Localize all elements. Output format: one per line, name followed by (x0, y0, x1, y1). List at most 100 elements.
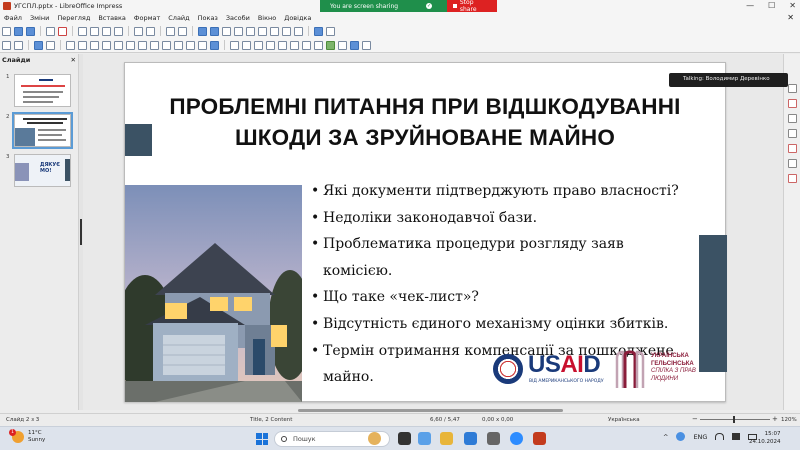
open-icon[interactable] (14, 26, 23, 36)
task-view-icon[interactable] (398, 432, 411, 445)
new-document-icon[interactable] (2, 26, 11, 36)
stop-share-button[interactable]: Stop share (447, 0, 497, 13)
distribute-icon[interactable] (266, 40, 275, 50)
new-slide-icon[interactable] (326, 26, 335, 36)
redo-icon[interactable] (146, 26, 155, 36)
menu-view[interactable]: Перегляд (57, 14, 90, 22)
store-icon[interactable] (464, 432, 477, 445)
toggle-extrusion-icon[interactable] (338, 40, 347, 50)
close-document-button[interactable]: ✕ (787, 13, 794, 22)
start-button[interactable] (256, 433, 268, 445)
navigator-icon[interactable] (788, 174, 797, 183)
filter-icon[interactable] (302, 40, 311, 50)
points-icon[interactable] (314, 40, 323, 50)
align-icon[interactable] (242, 40, 251, 50)
textbox-icon[interactable] (270, 26, 279, 36)
connector-icon[interactable] (126, 40, 135, 50)
line-color-icon[interactable] (34, 40, 43, 50)
select-icon[interactable] (2, 40, 11, 50)
basic-shapes-icon[interactable] (138, 40, 147, 50)
taskbar-clock[interactable]: 15:07 24.10.2024 (749, 430, 781, 446)
slide-thumbnail-1[interactable]: 1 (6, 74, 71, 107)
3d-objects-icon[interactable] (210, 40, 219, 50)
news-widget-icon[interactable] (368, 432, 381, 445)
tray-overflow-chevron[interactable]: ^ (663, 433, 668, 441)
weather-widget[interactable]: 1 11°C Sunny (9, 429, 45, 444)
slide-title[interactable]: ПРОБЛЕМНІ ПИТАННЯ ПРИ ВІДШКОДУВАННІ ШКОД… (155, 91, 695, 153)
block-arrows-icon[interactable] (162, 40, 171, 50)
fill-color-icon[interactable] (46, 40, 55, 50)
start-slideshow-icon[interactable] (314, 26, 323, 36)
app-icon[interactable] (487, 432, 500, 445)
helplines-icon[interactable] (210, 26, 219, 36)
menu-help[interactable]: Довідка (284, 14, 311, 22)
menu-edit[interactable]: Зміни (30, 14, 49, 22)
special-character-icon[interactable] (282, 26, 291, 36)
menu-insert[interactable]: Вставка (98, 14, 126, 22)
paste-icon[interactable] (102, 26, 111, 36)
zoom-level[interactable]: 120% (781, 417, 797, 423)
print-icon[interactable] (46, 26, 55, 36)
export-pdf-icon[interactable] (58, 26, 67, 36)
ellipse-icon[interactable] (90, 40, 99, 50)
zoom-in-button[interactable]: + (772, 415, 778, 423)
table-icon[interactable] (222, 26, 231, 36)
display-grid-icon[interactable] (198, 26, 207, 36)
animation-icon[interactable] (788, 114, 797, 123)
interaction-icon[interactable] (350, 40, 359, 50)
undo-icon[interactable] (134, 26, 143, 36)
slide-thumbnail-3[interactable]: 3 ДЯКУЄ МО! (6, 154, 71, 187)
menu-tools[interactable]: Засоби (226, 14, 250, 22)
line-icon[interactable] (66, 40, 75, 50)
symbol-shapes-icon[interactable] (150, 40, 159, 50)
crop-icon[interactable] (290, 40, 299, 50)
fontwork-icon[interactable] (294, 26, 303, 36)
zoom-out-button[interactable]: − (692, 415, 698, 423)
volume-icon[interactable] (732, 433, 741, 440)
save-icon[interactable] (26, 26, 35, 36)
cloud-icon[interactable] (676, 432, 686, 441)
maximize-button[interactable]: ☐ (768, 1, 775, 10)
libreoffice-impress-icon[interactable] (533, 432, 546, 445)
menu-slide[interactable]: Слайд (168, 14, 189, 22)
wifi-icon[interactable] (715, 433, 725, 440)
language-indicator[interactable]: ENG (693, 433, 707, 441)
spelling-icon[interactable] (178, 26, 187, 36)
cut-icon[interactable] (78, 26, 87, 36)
slide-transition-icon[interactable] (788, 99, 797, 108)
glue-points-icon[interactable] (326, 40, 335, 50)
minimize-button[interactable]: — (746, 1, 754, 10)
zoom-slider-knob[interactable] (733, 416, 735, 423)
close-slides-pane-button[interactable]: ✕ (71, 56, 76, 64)
zoom-pan-icon[interactable] (14, 40, 23, 50)
curve-icon[interactable] (114, 40, 123, 50)
clone-formatting-icon[interactable] (114, 26, 123, 36)
line-arrow-icon[interactable] (102, 40, 111, 50)
slide-thumbnail-2[interactable]: 2 (6, 112, 73, 149)
gallery-icon[interactable] (788, 159, 797, 168)
stars-icon[interactable] (198, 40, 207, 50)
chart-icon[interactable] (258, 26, 267, 36)
close-window-button[interactable]: ✕ (789, 1, 796, 10)
find-replace-icon[interactable] (166, 26, 175, 36)
menu-format[interactable]: Формат (134, 14, 160, 22)
copy-icon[interactable] (90, 26, 99, 36)
properties-icon[interactable] (788, 84, 797, 93)
rotate-icon[interactable] (230, 40, 239, 50)
media-icon[interactable] (246, 26, 255, 36)
current-slide[interactable]: ПРОБЛЕМНІ ПИТАННЯ ПРИ ВІДШКОДУВАННІ ШКОД… (124, 62, 727, 402)
status-language[interactable]: Українська (608, 417, 640, 423)
menu-window[interactable]: Вікно (258, 14, 276, 22)
shadow-icon[interactable] (278, 40, 287, 50)
splitter-handle[interactable] (80, 219, 82, 245)
horizontal-scrollbar[interactable] (298, 409, 563, 412)
callouts-icon[interactable] (186, 40, 195, 50)
rectangle-icon[interactable] (78, 40, 87, 50)
image-icon[interactable] (234, 26, 243, 36)
zoom-slider[interactable] (700, 419, 770, 420)
menu-slideshow[interactable]: Показ (198, 14, 218, 22)
menu-file[interactable]: Файл (4, 14, 22, 22)
zoom-app-icon[interactable] (510, 432, 523, 445)
arrange-icon[interactable] (254, 40, 263, 50)
file-explorer-icon[interactable] (440, 432, 453, 445)
